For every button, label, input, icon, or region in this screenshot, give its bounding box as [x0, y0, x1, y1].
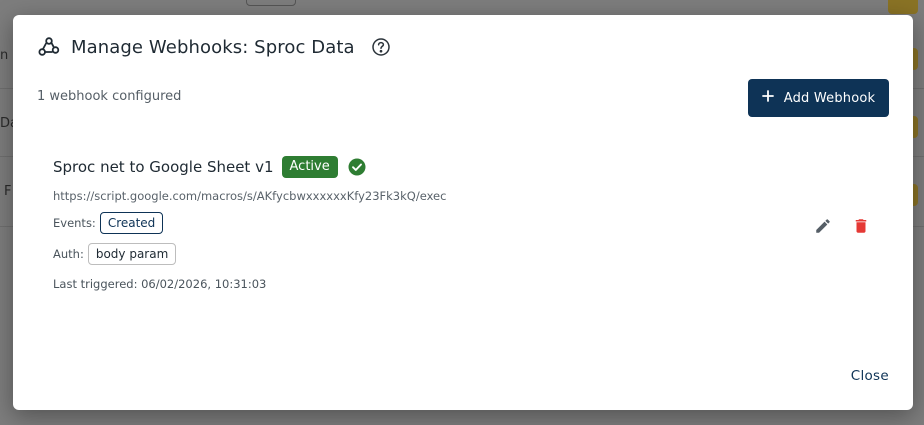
- add-webhook-label: Add Webhook: [783, 90, 876, 106]
- manage-webhooks-dialog: Manage Webhooks: Sproc Data 1 webhook co…: [13, 15, 913, 410]
- plus-icon: [761, 90, 774, 106]
- pencil-icon: [814, 217, 832, 238]
- webhook-url: https://script.google.com/macros/s/AKfyc…: [53, 189, 447, 203]
- check-circle-icon: [348, 158, 366, 176]
- events-label: Events:: [53, 216, 96, 230]
- status-badge: Active: [281, 156, 338, 178]
- auth-tag: body param: [87, 243, 177, 265]
- webhook-icon: [37, 35, 61, 59]
- webhook-list-item: Sproc net to Google Sheet v1 Active http…: [53, 155, 873, 305]
- background-chip: [246, 0, 296, 6]
- auth-label: Auth:: [53, 247, 84, 261]
- webhook-name-row: Sproc net to Google Sheet v1 Active: [53, 155, 873, 179]
- trash-icon: [852, 217, 870, 238]
- dialog-header: Manage Webhooks: Sproc Data: [37, 35, 391, 59]
- add-webhook-button[interactable]: Add Webhook: [748, 79, 889, 117]
- close-button[interactable]: Close: [851, 368, 889, 384]
- help-circle-icon[interactable]: [371, 37, 391, 57]
- edit-webhook-button[interactable]: [809, 215, 837, 239]
- auth-row: Auth: body param: [53, 243, 873, 265]
- event-tag: Created: [99, 212, 164, 234]
- dialog-title: Manage Webhooks: Sproc Data: [71, 36, 355, 58]
- events-row: Events: Created: [53, 212, 873, 234]
- webhook-count-text: 1 webhook configured: [37, 89, 182, 104]
- last-triggered-text: Last triggered: 06/02/2026, 10:31:03: [53, 277, 267, 291]
- background-action: [888, 0, 918, 14]
- webhook-name: Sproc net to Google Sheet v1: [53, 158, 274, 176]
- delete-webhook-button[interactable]: [847, 215, 875, 239]
- background-row-label: F: [4, 184, 12, 199]
